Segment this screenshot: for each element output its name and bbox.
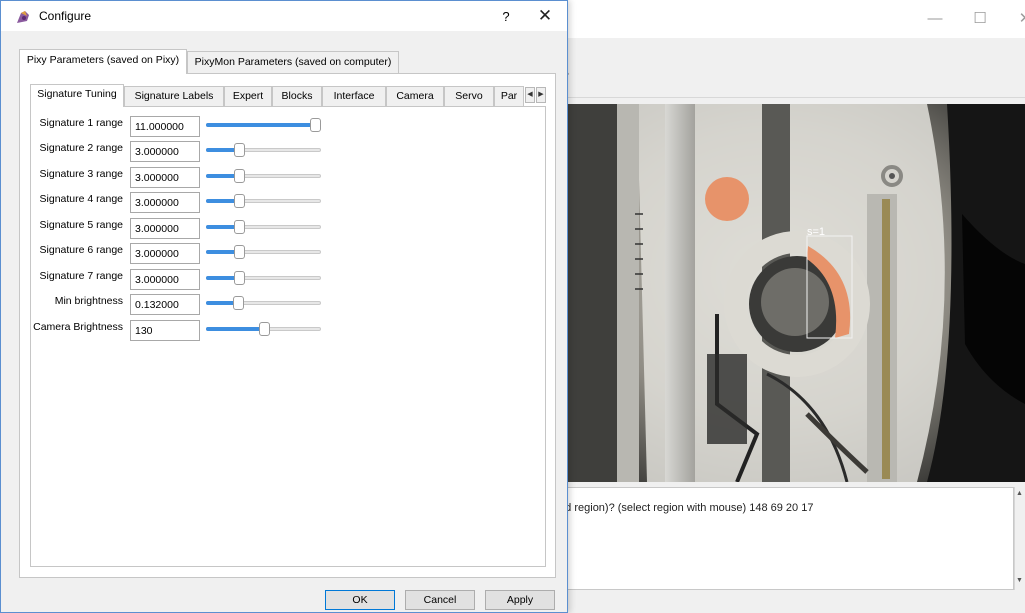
param-label: Signature 5 range: [39, 219, 123, 231]
slider-handle[interactable]: [310, 118, 321, 132]
param-value-input[interactable]: [130, 167, 200, 188]
tab-pixymon-parameters[interactable]: PixyMon Parameters (saved on computer): [187, 51, 399, 73]
param-value-input[interactable]: [130, 141, 200, 162]
tab-signature-labels[interactable]: Signature Labels: [124, 86, 224, 106]
help-button[interactable]: ?: [496, 7, 516, 27]
param-value-input[interactable]: [130, 243, 200, 264]
param-slider[interactable]: [206, 322, 321, 336]
slider-handle[interactable]: [259, 322, 270, 336]
param-label: Camera Brightness: [33, 321, 123, 333]
param-value-input[interactable]: [130, 218, 200, 239]
dialog-titlebar[interactable]: Configure ? ✕: [1, 1, 567, 31]
slider-handle[interactable]: [234, 169, 245, 183]
param-label: Signature 6 range: [39, 244, 123, 256]
minimize-icon[interactable]: —: [920, 8, 950, 30]
param-label: Min brightness: [54, 295, 123, 307]
slider-handle[interactable]: [234, 271, 245, 285]
param-value-input[interactable]: [130, 269, 200, 290]
scroll-down-icon[interactable]: ▼: [1016, 577, 1023, 584]
close-icon[interactable]: ✕: [1010, 8, 1025, 30]
tab-blocks[interactable]: Blocks: [272, 86, 322, 106]
param-value-input[interactable]: [130, 320, 200, 341]
tab-camera[interactable]: Camera: [386, 86, 444, 106]
tab-scroll-right-icon[interactable]: ▶: [536, 87, 546, 103]
tab-parameters-partial[interactable]: Par: [494, 86, 524, 106]
dialog-title: Configure: [39, 9, 92, 23]
slider-handle[interactable]: [234, 245, 245, 259]
param-slider[interactable]: [206, 194, 321, 208]
param-slider[interactable]: [206, 118, 321, 132]
param-label: Signature 4 range: [39, 193, 123, 205]
param-slider[interactable]: [206, 271, 321, 285]
apply-button[interactable]: Apply: [485, 590, 555, 610]
console-line: ted region)? (select region with mouse) …: [556, 502, 814, 514]
param-label: Signature 7 range: [39, 270, 123, 282]
maximize-icon[interactable]: ☐: [965, 8, 995, 30]
param-slider[interactable]: [206, 169, 321, 183]
tab-signature-tuning[interactable]: Signature Tuning: [30, 84, 124, 107]
tab-pixy-parameters[interactable]: Pixy Parameters (saved on Pixy): [19, 49, 187, 74]
tab-interface[interactable]: Interface: [322, 86, 386, 106]
param-slider[interactable]: [206, 245, 321, 259]
param-value-input[interactable]: [130, 116, 200, 137]
tab-scroll-left-icon[interactable]: ◀: [525, 87, 535, 103]
param-value-input[interactable]: [130, 294, 200, 315]
cancel-button[interactable]: Cancel: [405, 590, 475, 610]
scroll-up-icon[interactable]: ▲: [1016, 490, 1023, 497]
pixy-app-icon: [17, 11, 29, 23]
main-status-bar: [567, 593, 1025, 613]
console-scrollbar[interactable]: ▲ ▼: [1014, 487, 1025, 590]
camera-frame-image: s=1: [567, 104, 1025, 482]
param-label: Signature 2 range: [39, 142, 123, 154]
tab-servo[interactable]: Servo: [444, 86, 494, 106]
slider-handle[interactable]: [234, 220, 245, 234]
param-label: Signature 3 range: [39, 168, 123, 180]
slider-handle[interactable]: [234, 194, 245, 208]
dialog-close-button[interactable]: ✕: [531, 5, 559, 27]
ok-button[interactable]: OK: [325, 590, 395, 610]
param-slider[interactable]: [206, 220, 321, 234]
console-output[interactable]: ted region)? (select region with mouse) …: [556, 487, 1014, 590]
detected-blob-circle: [705, 177, 749, 221]
slider-handle[interactable]: [233, 296, 244, 310]
tab-expert[interactable]: Expert: [224, 86, 272, 106]
param-label: Signature 1 range: [39, 117, 123, 129]
param-slider[interactable]: [206, 296, 321, 310]
param-value-input[interactable]: [130, 192, 200, 213]
detection-label: s=1: [807, 226, 825, 238]
slider-handle[interactable]: [234, 143, 245, 157]
param-slider[interactable]: [206, 143, 321, 157]
camera-video-view[interactable]: s=1: [567, 104, 1025, 482]
configure-dialog: Configure ? ✕ Pixy Parameters (saved on …: [0, 0, 568, 613]
